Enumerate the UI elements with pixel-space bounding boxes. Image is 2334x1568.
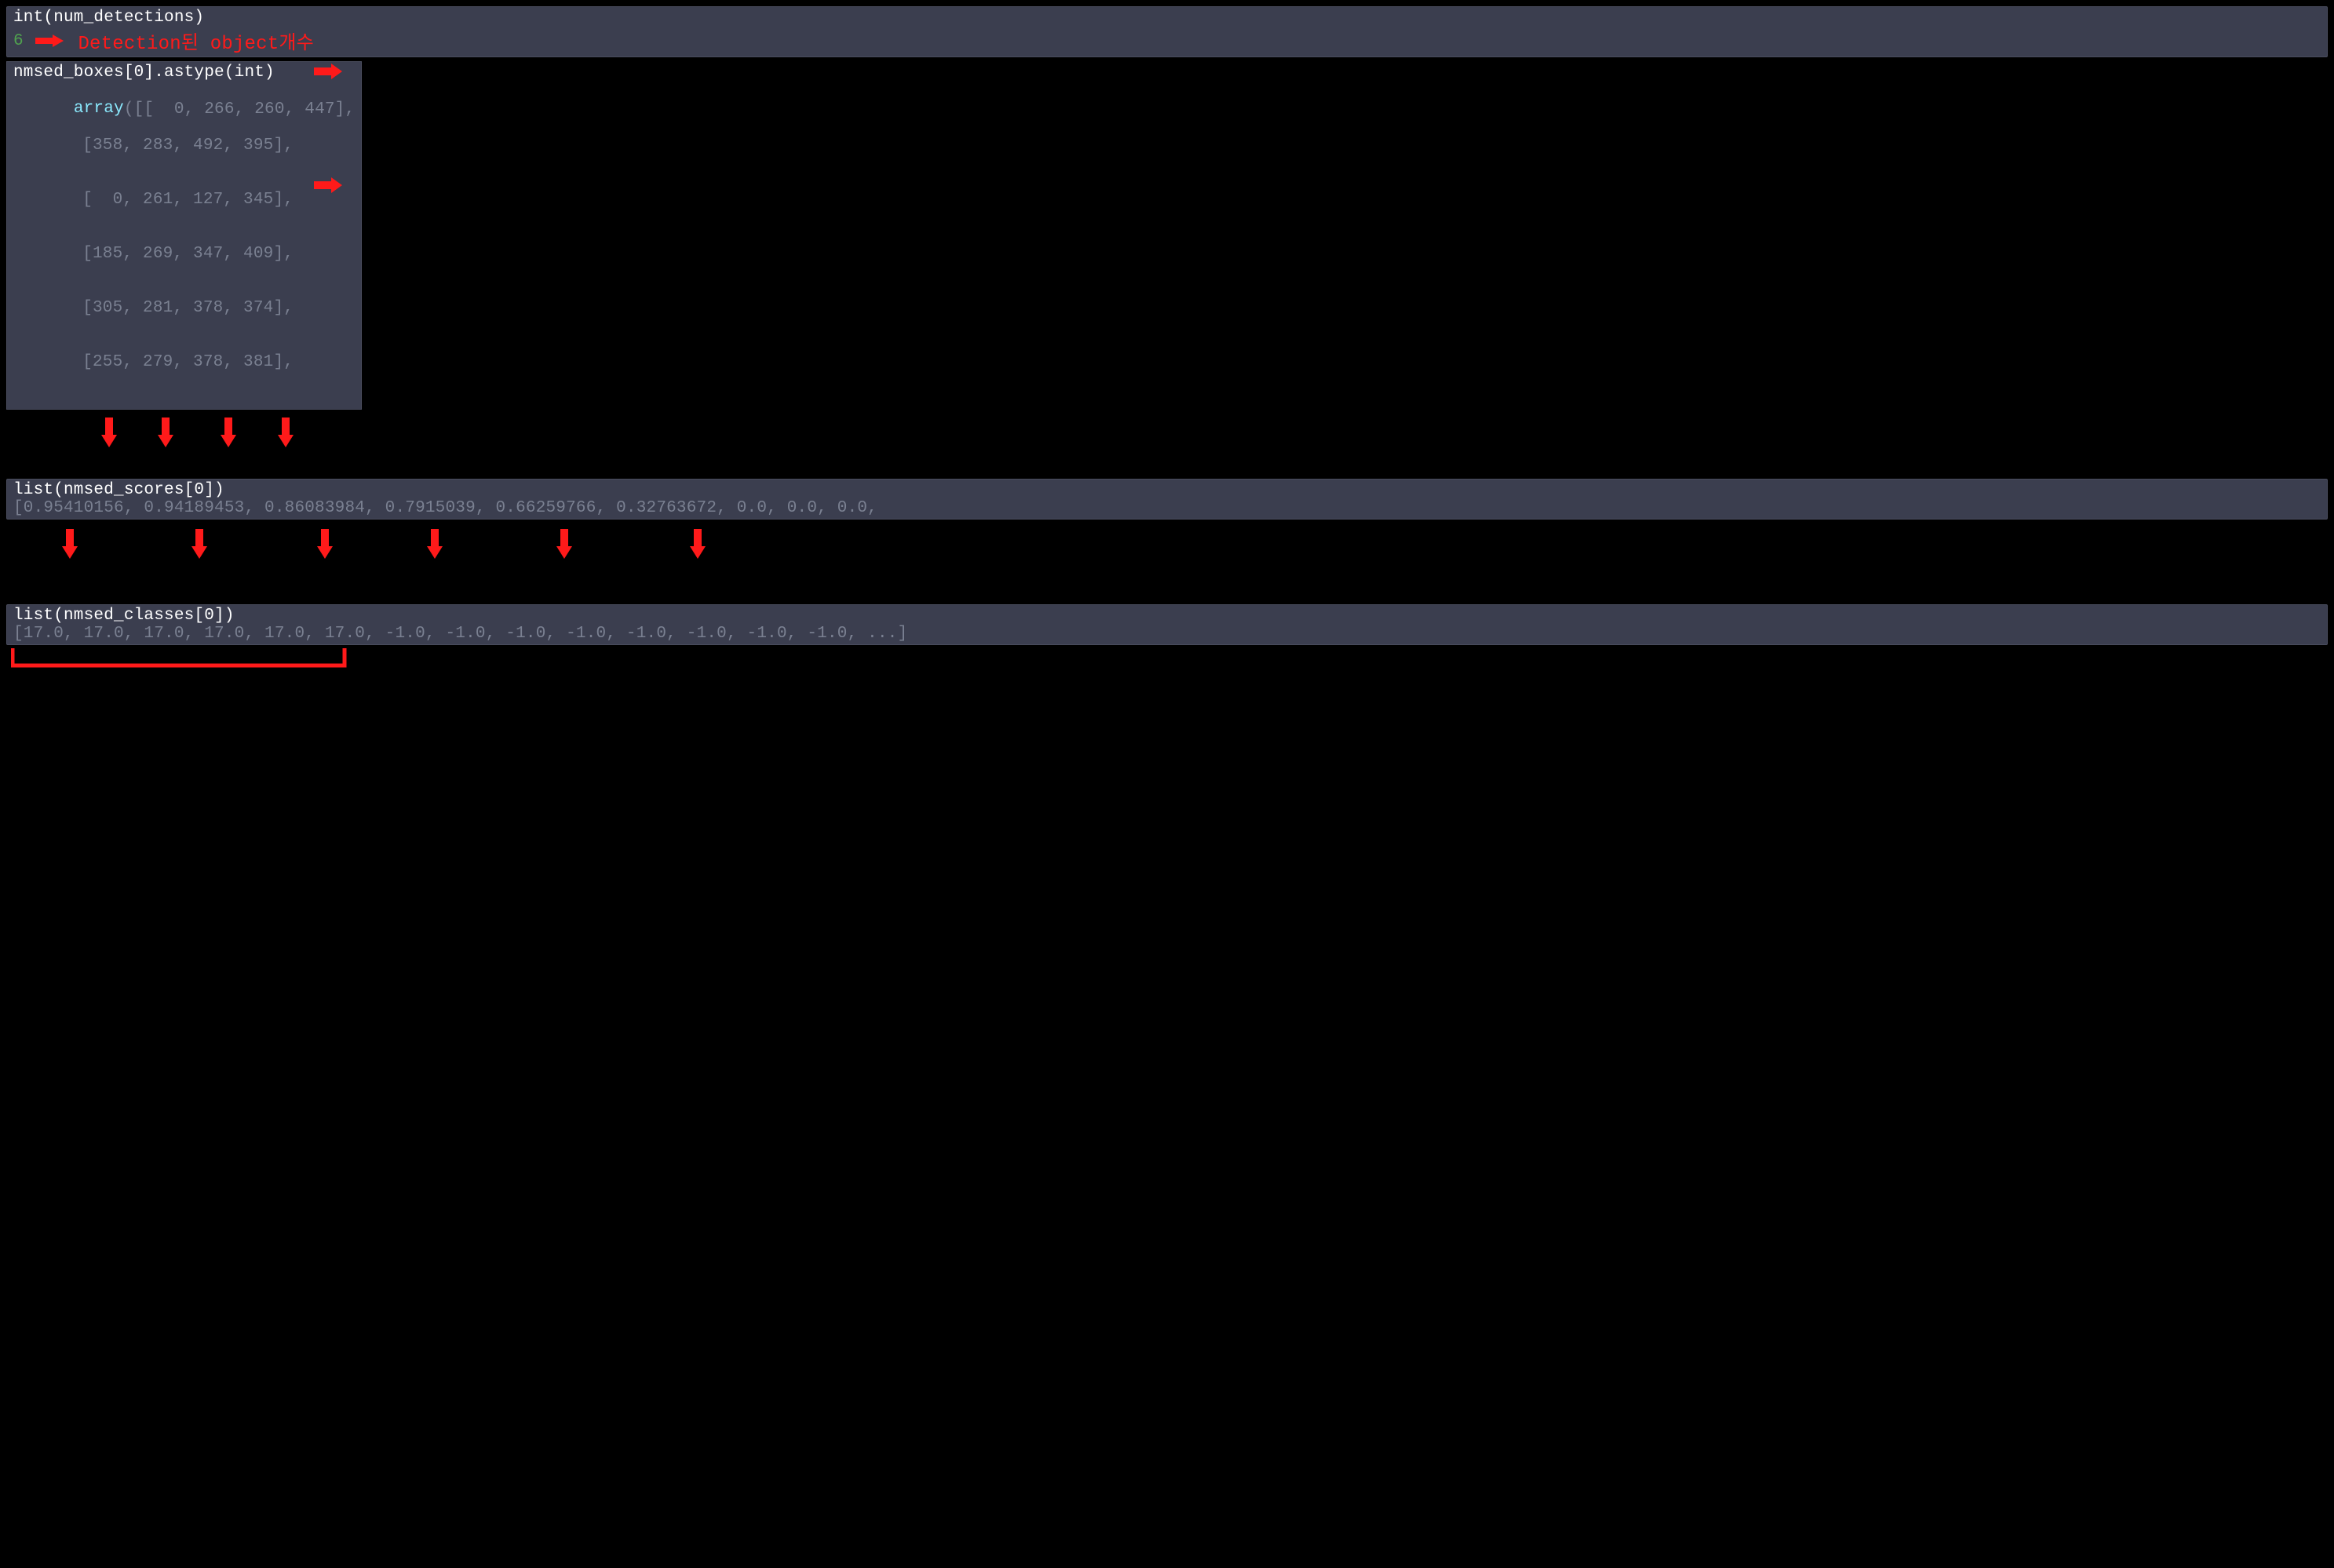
arrow-row-boxes <box>6 410 2328 457</box>
output-line: [17.0, 17.0, 17.0, 17.0, 17.0, 17.0, -1.… <box>13 625 2321 643</box>
arrow-down-icon <box>277 416 294 449</box>
arrow-down-icon <box>689 527 706 560</box>
output-value: 6 <box>13 32 24 50</box>
code-cell-nmsed-scores: list(nmsed_scores[0]) [0.95410156, 0.941… <box>6 479 2328 520</box>
arrow-down-icon <box>220 416 237 449</box>
arrow-down-icon <box>426 527 443 560</box>
arrow-down-icon <box>61 527 78 560</box>
arrow-down-icon <box>556 527 573 560</box>
code-line: int(num_detections) <box>13 9 2321 27</box>
code-line: list(nmsed_classes[0]) <box>13 607 2321 625</box>
code-cell-nmsed-boxes: nmsed_boxes[0].astype(int) array([[ 0, 2… <box>6 61 362 410</box>
arrow-row-scores <box>6 521 2328 576</box>
annotation-text: Detection된 object개수 <box>78 27 313 55</box>
arrow-right-icon <box>312 175 344 195</box>
output-row: 6 Detection된 object개수 <box>13 27 2321 55</box>
arrow-right-icon <box>312 61 344 82</box>
arrow-right-icon <box>34 33 65 49</box>
arrow-down-icon <box>157 416 174 449</box>
arrow-down-icon <box>100 416 118 449</box>
code-cell-nmsed-classes: list(nmsed_classes[0]) [17.0, 17.0, 17.0… <box>6 604 2328 645</box>
arrow-down-icon <box>191 527 208 560</box>
output-line: [0.95410156, 0.94189453, 0.86083984, 0.7… <box>13 499 2321 517</box>
bracket-icon <box>6 647 2328 678</box>
output-block: array([[ 0, 266, 260, 447], [358, 283, 4… <box>13 82 355 407</box>
code-line: list(nmsed_scores[0]) <box>13 481 2321 499</box>
code-line: nmsed_boxes[0].astype(int) <box>13 64 355 82</box>
code-cell-num-detections: int(num_detections) 6 Detection된 object개… <box>6 6 2328 57</box>
array-prefix: array <box>74 100 124 118</box>
arrow-down-icon <box>316 527 334 560</box>
